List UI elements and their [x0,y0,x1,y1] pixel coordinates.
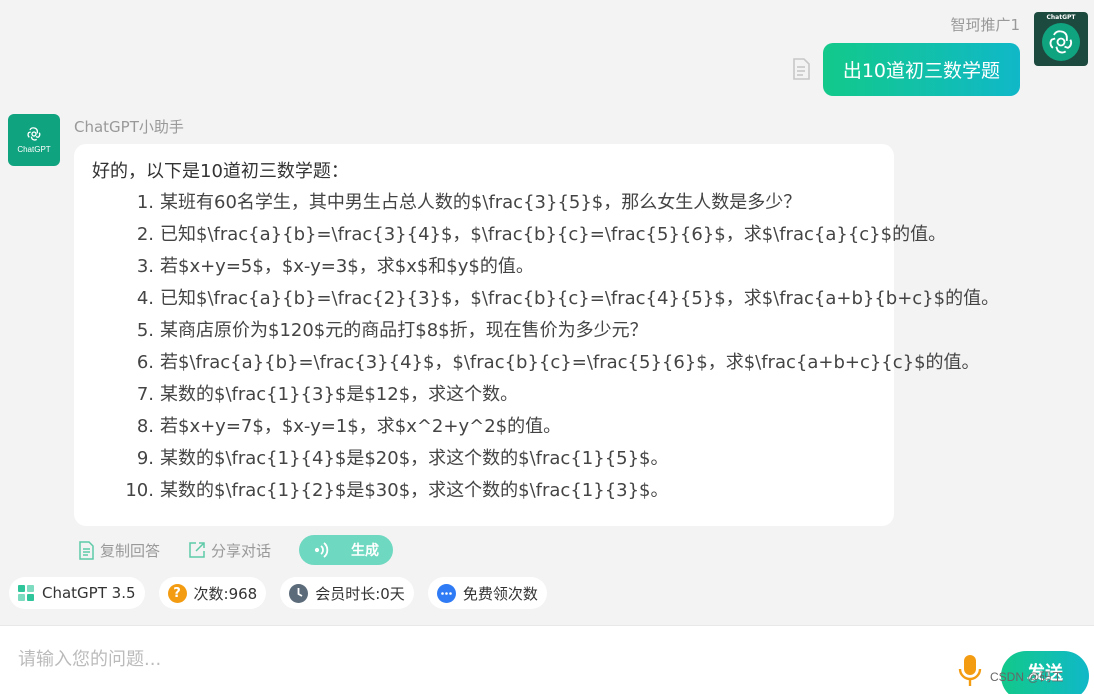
list-item: 9. 某数的$\frac{1}{4}$是$20$，求这个数的$\frac{1}{5… [92,443,876,475]
list-item-number: 7. [136,384,154,405]
audio-wave-icon [314,542,329,558]
list-item-text: 某数的$\frac{1}{2}$是$30$，求这个数的$\frac{1}{3}$… [160,480,669,501]
watermark: CSDN @码工 [990,670,1064,684]
model-selector[interactable]: ChatGPT 3.5 [9,577,145,609]
list-item-text: 若$\frac{a}{b}=\frac{3}{4}$，$\frac{b}{c}=… [160,352,980,373]
generate-button[interactable]: 生成 [299,535,394,565]
question-input[interactable] [18,644,918,674]
list-item-number: 4. [136,288,154,309]
list-item-text: 若$x+y=5$，$x-y=3$，求$x$和$y$的值。 [160,256,534,277]
list-item-number: 9. [136,448,154,469]
openai-logo-icon [27,127,41,141]
list-item: 2. 已知$\frac{a}{b}=\frac{3}{4}$，$\frac{b}{… [92,219,946,251]
list-item-text: 某数的$\frac{1}{4}$是$20$，求这个数的$\frac{1}{5}$… [160,448,669,469]
usage-count-chip[interactable]: ? 次数:968 [158,577,267,609]
model-label: ChatGPT 3.5 [42,584,136,602]
list-item: 10. 某数的$\frac{1}{2}$是$30$，求这个数的$\frac{1}{… [92,475,876,507]
list-item-text: 若$x+y=7$，$x-y=1$，求$x^2+y^2$的值。 [160,416,562,437]
list-item-text: 已知$\frac{a}{b}=\frac{2}{3}$，$\frac{b}{c}… [160,288,1000,309]
question-list: 1. 某班有60名学生，其中男生占总人数的$\frac{3}{5}$，那么女生人数… [92,187,999,507]
user-message-bubble: 出10道初三数学题 [822,43,1020,96]
user-name: 智珂推广1 [950,16,1020,34]
status-chips: ChatGPT 3.5 ? 次数:968 会员时长:0天 免费领次数 [9,577,561,609]
list-item-number: 5. [136,320,154,341]
share-chat-button[interactable]: 分享对话 [188,540,271,561]
list-item-text: 已知$\frac{a}{b}=\frac{3}{4}$，$\frac{b}{c}… [160,224,947,245]
share-chat-label: 分享对话 [211,541,272,560]
list-item-text: 某班有60名学生，其中男生占总人数的$\frac{3}{5}$，那么女生人数是多… [160,192,802,213]
bot-name: ChatGPT小助手 [74,118,184,136]
list-item-number: 1. [136,192,154,213]
clock-icon [289,583,309,603]
list-item-number: 10. [125,480,154,501]
list-item-number: 2. [136,224,154,245]
membership-chip[interactable]: 会员时长:0天 [280,577,414,609]
microphone-icon[interactable] [958,654,982,688]
user-avatar: ChatGPT [1034,12,1088,66]
list-item-number: 6. [136,352,154,373]
document-icon[interactable] [792,58,810,80]
list-item-text: 某商店原价为$120$元的商品打$8$折，现在售价为多少元？ [160,320,648,341]
more-dots-icon [436,583,456,603]
openai-logo-icon [1042,23,1080,61]
list-item-text: 某数的$\frac{1}{3}$是$12$，求这个数。 [160,384,519,405]
copy-document-icon [79,540,94,560]
bot-message-bubble: 好的，以下是10道初三数学题： 1. 某班有60名学生，其中男生占总人数的$\fr… [74,144,999,526]
bot-avatar-label: ChatGPT [17,145,51,154]
grid-icon [18,584,35,602]
user-message-text: 出10道初三数学题 [842,60,1000,82]
membership-label: 会员时长:0天 [315,584,405,603]
copy-answer-label: 复制回答 [100,541,161,560]
list-item: 3. 若$x+y=5$，$x-y=3$，求$x$和$y$的值。 [92,251,876,283]
free-credits-label: 免费领次数 [462,584,538,603]
free-credits-chip[interactable]: 免费领次数 [427,577,547,609]
list-item: 4. 已知$\frac{a}{b}=\frac{2}{3}$，$\frac{b}{… [92,283,999,315]
bot-avatar: ChatGPT [8,114,60,166]
list-item: 8. 若$x+y=7$，$x-y=1$，求$x^2+y^2$的值。 [92,411,876,443]
question-icon: ? [167,583,187,603]
copy-answer-button[interactable]: 复制回答 [78,540,160,561]
input-bar: 发送 [0,625,1094,694]
list-item: 7. 某数的$\frac{1}{3}$是$12$，求这个数。 [92,379,876,411]
generate-label: 生成 [351,543,380,559]
message-actions: 复制回答 分享对话 生成 [78,534,394,566]
list-item: 6. 若$\frac{a}{b}=\frac{3}{4}$，$\frac{b}{c… [92,347,980,379]
share-icon [189,542,205,558]
bot-intro-text: 好的，以下是10道初三数学题： [92,161,349,182]
user-avatar-label: ChatGPT [1046,14,1076,21]
list-item-number: 8. [136,416,154,437]
usage-count-label: 次数:968 [193,584,258,603]
list-item: 1. 某班有60名学生，其中男生占总人数的$\frac{3}{5}$，那么女生人数… [92,187,876,219]
list-item: 5. 某商店原价为$120$元的商品打$8$折，现在售价为多少元？ [92,315,876,347]
list-item-number: 3. [136,256,154,277]
